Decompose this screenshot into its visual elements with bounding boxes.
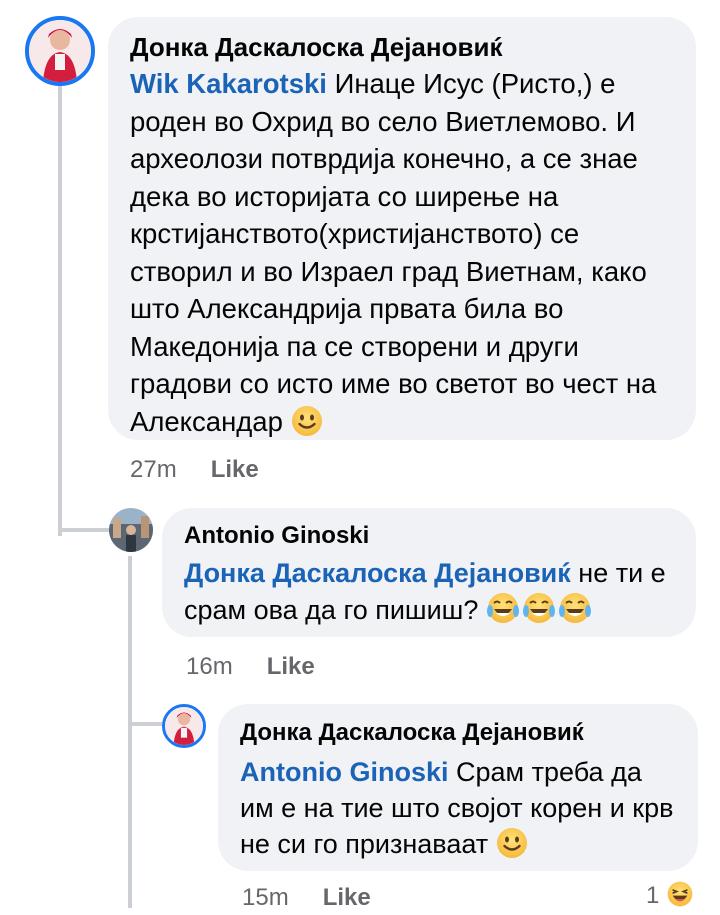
comment-bubble: Донка Даскалоска Дејановиќ Antonio Ginos… — [218, 704, 698, 871]
thread-line-reply-1 — [128, 556, 132, 908]
tears-of-joy-icon — [486, 591, 594, 634]
comment-bubble: Донка Даскалоска Дејановиќ Wik Kakarotsk… — [108, 17, 696, 440]
comment-author[interactable]: Донка Даскалоска Дејановиќ — [130, 31, 676, 63]
comment-author[interactable]: Донка Даскалоска Дејановиќ — [240, 718, 678, 748]
avatar[interactable] — [25, 16, 95, 86]
comment-author[interactable]: Antonio Ginoski — [184, 521, 676, 551]
laughing-reaction-icon — [666, 880, 694, 915]
avatar[interactable] — [109, 508, 153, 552]
like-button[interactable]: Like — [323, 884, 371, 911]
slightly-smiling-face-icon — [496, 827, 528, 868]
slightly-smiling-face-icon — [291, 405, 323, 447]
comment-meta: 16m Like — [186, 653, 315, 681]
comment-timestamp[interactable]: 27m — [130, 456, 177, 483]
avatar-photo-icon — [29, 20, 91, 82]
thread-line-branch-1 — [58, 528, 110, 532]
avatar-photo-icon — [165, 707, 203, 745]
thread-line-main — [58, 86, 62, 536]
comment-bubble: Antonio Ginoski Донка Даскалоска Дејанов… — [162, 508, 696, 637]
comment-mention[interactable]: Wik Kakarotski — [130, 68, 327, 99]
comment-meta: 27m Like — [130, 456, 259, 484]
comment-mention[interactable]: Донка Даскалоска Дејановиќ — [184, 558, 571, 588]
avatar-photo-icon — [109, 508, 153, 552]
like-button[interactable]: Like — [267, 653, 315, 680]
thread-line-branch-2 — [128, 722, 162, 726]
comment-timestamp[interactable]: 16m — [186, 653, 233, 680]
reaction-summary[interactable]: 1 — [646, 880, 706, 909]
reaction-count: 1 — [646, 882, 660, 909]
like-button[interactable]: Like — [211, 456, 259, 483]
comment-text: Инаце Исус (Ристо,) е роден во Охрид во … — [130, 68, 657, 437]
avatar[interactable] — [162, 704, 206, 748]
comment-mention[interactable]: Antonio Ginoski — [240, 757, 449, 787]
comment-timestamp[interactable]: 15m — [242, 884, 289, 911]
